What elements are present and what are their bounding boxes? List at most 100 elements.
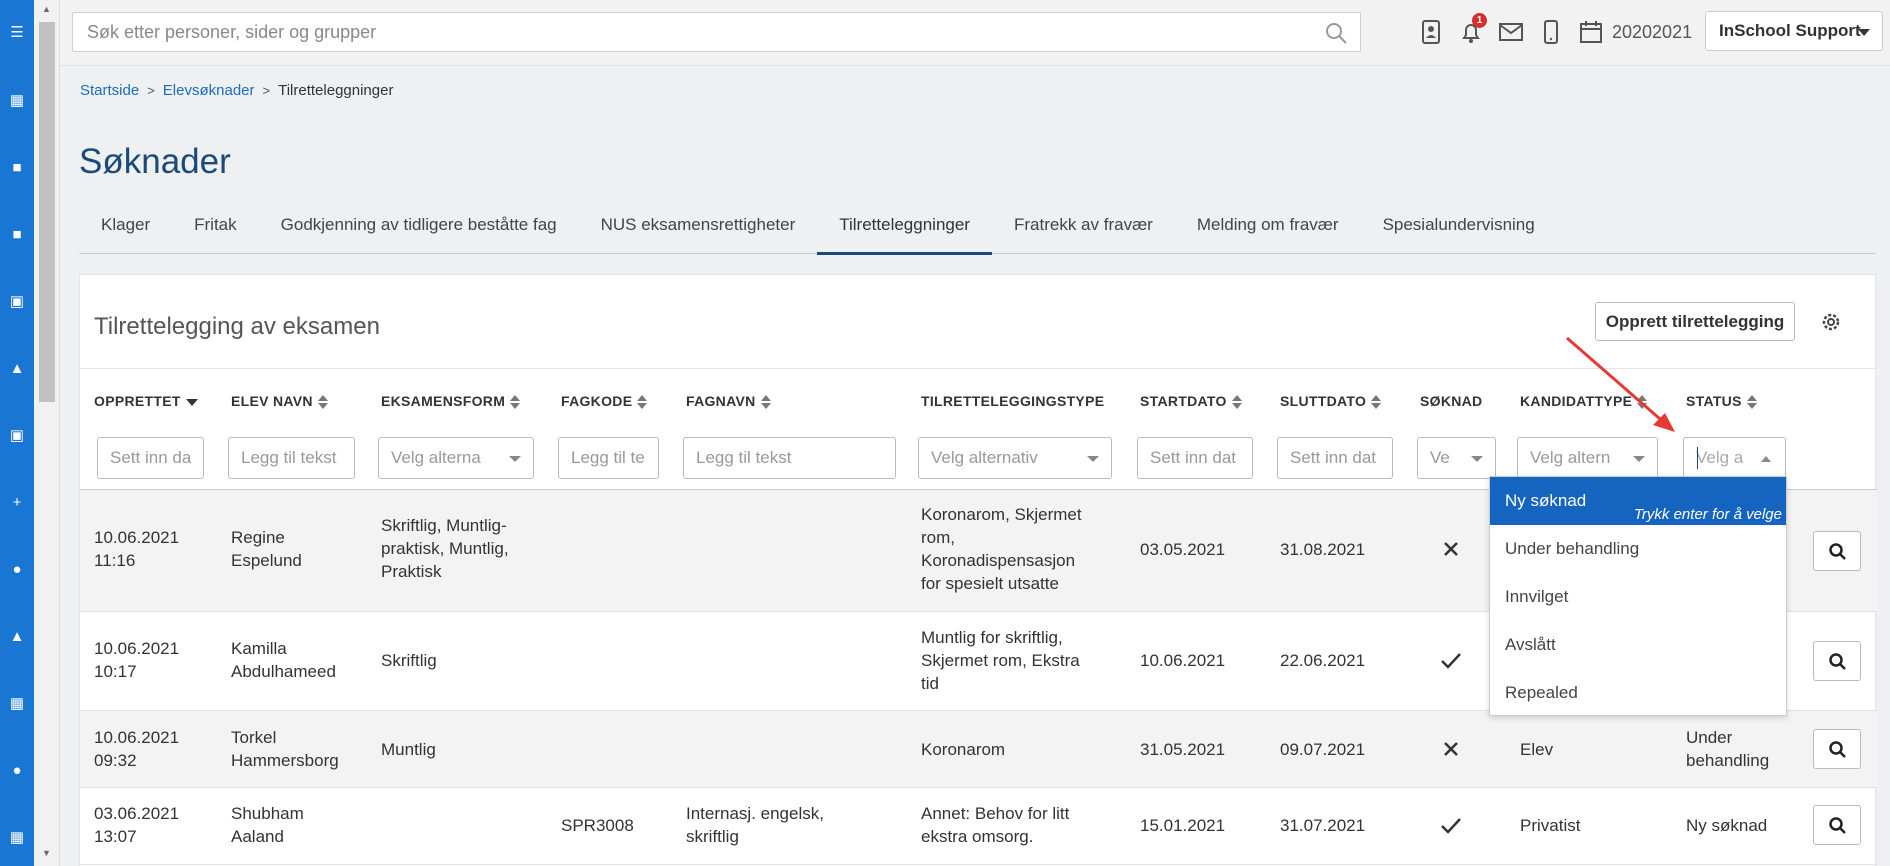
breadcrumb-home[interactable]: Startside [80,82,139,99]
col-fagkode[interactable]: FAGKODE [561,393,648,410]
col-fagnavn[interactable]: FAGNAVN [686,393,771,410]
status-option-under-behandling[interactable]: Under behandling [1490,525,1786,573]
search-input[interactable] [73,13,1273,51]
sort-icon [510,395,521,410]
gear-icon[interactable] [1820,311,1842,333]
chevron-down-icon [1858,29,1870,36]
student-name-cell[interactable]: Kamilla Abdulhameed [231,637,336,683]
group-icon[interactable]: ● [9,763,25,779]
col-elev-navn[interactable]: ELEV NAVN [231,393,328,410]
col-label: TILRETTELEGGINGSTYPE [921,393,1105,409]
search-icon[interactable] [1324,21,1348,45]
tab-fritak[interactable]: Fritak [172,200,259,254]
table-row[interactable]: 10.06.2021 09:32 Torkel Hammersborg Muntli… [80,711,1877,788]
calendar-icon[interactable]: ▦ [9,696,25,712]
tab-fratrekk[interactable]: Fratrekk av fravær [992,200,1175,254]
date-filter-input[interactable] [98,438,203,478]
end-date-cell: 31.07.2021 [1280,816,1366,835]
apps-grid-icon[interactable]: ▦ [9,93,25,109]
col-tilretteleggingstype[interactable]: TILRETTELEGGINGSTYPE [921,393,1104,409]
briefcase-icon[interactable]: ▣ [9,428,25,444]
created-cell: 10.06.2021 10:17 [94,637,179,683]
col-soknad[interactable]: SØKNAD [1420,393,1482,409]
notifications[interactable]: 1 [1458,13,1487,45]
type-cell: Koronarom [921,738,1005,761]
breadcrumb-parent[interactable]: Elevsøknader [163,82,255,99]
tab-tilrettelegginger[interactable]: Tilretteleggninger [817,200,992,255]
cross-icon [1444,742,1458,756]
page-scrollbar[interactable]: ▲ ▼ [34,0,60,866]
col-sluttdato[interactable]: SLUTTDATO [1280,393,1382,410]
date-filter-input[interactable] [1278,438,1392,478]
select-filter-input[interactable] [1518,438,1628,478]
filter-opprettet [97,437,204,479]
select-filter-input[interactable] [1418,438,1462,478]
enter-hint: Trykk enter for å velge [1633,506,1782,523]
tab-klager[interactable]: Klager [79,200,172,254]
status-dropdown-list: Ny søknad Trykk enter for å velge Under … [1489,476,1787,716]
school-icon[interactable]: ▲ [9,629,25,645]
scroll-down-arrow-icon[interactable]: ▼ [42,848,51,858]
start-date-cell: 10.06.2021 [1140,651,1226,670]
user-menu-button[interactable]: InSchool Support [1705,11,1883,51]
status-option-innvilget[interactable]: Innvilget [1490,573,1786,621]
student-last-name: Aaland [231,827,284,846]
scrollbar-thumb[interactable] [39,22,55,402]
school-year[interactable]: 20202021 [1612,22,1692,43]
text-filter-input[interactable] [559,438,658,478]
tab-godkjenning[interactable]: Godkjenning av tidligere beståtte fag [259,200,579,254]
plus-icon[interactable]: + [9,495,25,511]
text-line: Annet: Behov for litt [921,804,1070,823]
student-last-name: Espelund [231,551,302,570]
col-opprettet[interactable]: OPPRETTET [94,393,198,409]
sort-icon [317,395,328,410]
mail-icon[interactable] [1498,19,1524,45]
student-name-cell[interactable]: Shubham Aaland [231,802,304,848]
student-name-cell[interactable]: Regine Espelund [231,526,302,572]
check-icon [1441,653,1461,669]
notebook-icon[interactable]: ■ [9,227,25,243]
teacher-icon[interactable]: ▣ [9,294,25,310]
status-filter-input[interactable] [1684,438,1754,478]
phone-icon[interactable] [1538,19,1564,45]
type-cell: Koronarom, Skjermet rom, Koronadispensasjo… [921,503,1082,595]
end-date-cell: 22.06.2021 [1280,651,1366,670]
chat-icon[interactable]: ● [9,562,25,578]
select-filter-input[interactable] [919,438,1111,478]
view-button[interactable] [1813,641,1861,681]
created-time: 11:16 [94,551,136,570]
col-status[interactable]: STATUS [1686,393,1757,410]
col-eksamensform[interactable]: EKSAMENSFORM [381,393,521,410]
text-filter-input[interactable] [684,438,895,478]
text-line: ekstra omsorg. [921,827,1034,846]
tab-nus[interactable]: NUS eksamensrettigheter [579,200,818,254]
menu-icon[interactable]: ☰ [9,25,25,41]
tab-spesialundervisning[interactable]: Spesialundervisning [1361,200,1557,254]
student-name-cell[interactable]: Torkel Hammersborg [231,726,339,772]
calendar-icon[interactable] [1578,19,1604,45]
tab-melding-fravaer[interactable]: Melding om fravær [1175,200,1361,254]
student-icon[interactable]: ▲ [9,361,25,377]
calendar-check-icon[interactable]: ▦ [9,830,25,846]
contacts-icon[interactable] [1418,19,1444,45]
created-date: 10.06.2021 [94,528,180,547]
view-button[interactable] [1813,805,1861,845]
sort-desc-icon [185,398,198,406]
status-option-avslatt[interactable]: Avslått [1490,621,1786,669]
col-startdato[interactable]: STARTDATO [1140,393,1242,410]
text-filter-input[interactable] [229,438,354,478]
date-filter-input[interactable] [1138,438,1252,478]
scroll-up-arrow-icon[interactable]: ▲ [42,4,51,14]
col-label: EKSAMENSFORM [381,393,506,409]
col-label: ELEV NAVN [231,393,313,409]
sort-icon [1371,395,1382,410]
user-name: InSchool Support [1719,21,1861,40]
view-button[interactable] [1813,531,1861,571]
status-option-repealed[interactable]: Repealed [1490,669,1786,717]
status-option-ny-soknad[interactable]: Ny søknad Trykk enter for å velge [1490,477,1786,525]
view-button[interactable] [1813,729,1861,769]
table-row[interactable]: 03.06.2021 13:07 Shubham Aaland SPR3008 In… [80,788,1877,865]
book-icon[interactable]: ■ [9,160,25,176]
start-date-cell: 03.05.2021 [1140,540,1226,559]
magnifier-icon [1829,817,1846,834]
